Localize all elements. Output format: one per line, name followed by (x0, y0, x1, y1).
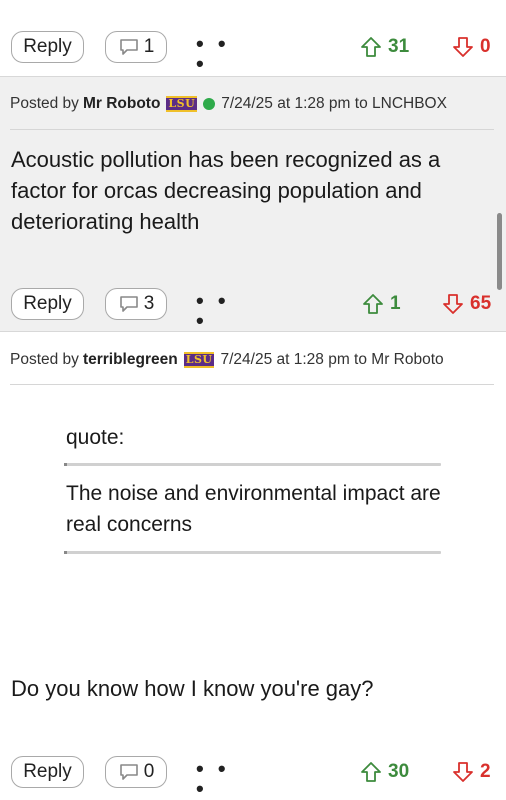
upvote-arrow-icon (361, 37, 381, 57)
upvote-arrow-icon (363, 294, 383, 314)
quote-bottom-rule (64, 551, 441, 554)
downvote-arrow-icon (443, 294, 463, 314)
divider (10, 384, 494, 385)
post1-action-bar: Reply 1 • • • 31 0 (0, 31, 506, 77)
comments-button[interactable]: 0 (105, 756, 167, 788)
more-options-button[interactable]: • • • (196, 290, 236, 332)
comment-bubble-icon (119, 39, 138, 55)
posted-by-label: Posted by (10, 351, 79, 368)
post3-action-bar: Reply 0 • • • 30 2 (0, 756, 506, 800)
comments-button[interactable]: 3 (105, 288, 167, 320)
divider (10, 129, 494, 130)
author-link[interactable]: terriblegreen (83, 351, 178, 369)
author-link[interactable]: Mr Roboto (83, 95, 160, 113)
comment-bubble-icon (119, 764, 138, 780)
post-terriblegreen: Posted by terriblegreen LSU 7/24/25 at 1… (0, 333, 506, 800)
upvote-button[interactable]: 1 (362, 290, 401, 318)
reply-button[interactable]: Reply (11, 756, 84, 788)
quote-top-rule (64, 463, 441, 466)
scrollbar[interactable] (497, 213, 502, 290)
comments-button[interactable]: 1 (105, 31, 167, 63)
downvote-arrow-icon (453, 37, 473, 57)
comment-count: 1 (143, 36, 155, 57)
post-body: Do you know how I know you're gay? (11, 676, 374, 701)
post-meta[interactable]: 7/24/25 at 1:28 pm to Mr Roboto (220, 351, 443, 369)
post-body: Acoustic pollution has been recognized a… (11, 147, 441, 234)
downvote-arrow-icon (453, 762, 473, 782)
posted-by-label: Posted by (10, 95, 79, 112)
comment-count: 0 (143, 761, 155, 782)
upvote-count: 30 (388, 761, 410, 782)
upvote-button[interactable]: 31 (360, 33, 409, 61)
comment-count: 3 (143, 293, 155, 314)
more-options-button[interactable]: • • • (196, 758, 236, 800)
team-badge-icon: LSU (183, 352, 215, 368)
downvote-button[interactable]: 2 (452, 758, 491, 786)
upvote-button[interactable]: 30 (360, 758, 409, 786)
team-badge-icon: LSU (166, 96, 198, 112)
post-mr-roboto: Posted by Mr Roboto LSU 7/24/25 at 1:28 … (0, 76, 506, 332)
upvote-count: 1 (390, 293, 401, 314)
downvote-count: 65 (470, 293, 492, 314)
downvote-button[interactable]: 65 (442, 290, 491, 318)
quote-label: quote: (66, 426, 125, 449)
post-meta[interactable]: 7/24/25 at 1:28 pm to LNCHBOX (221, 95, 447, 113)
post-header: Posted by terriblegreen LSU 7/24/25 at 1… (10, 351, 490, 369)
downvote-button[interactable]: 0 (452, 33, 491, 61)
downvote-count: 2 (480, 761, 491, 782)
post2-action-bar: Reply 3 • • • 1 65 (0, 288, 506, 334)
reply-button[interactable]: Reply (11, 31, 84, 63)
post-header: Posted by Mr Roboto LSU 7/24/25 at 1:28 … (10, 95, 490, 113)
quote-text: The noise and environmental impact are r… (66, 482, 441, 536)
online-status-icon (203, 98, 216, 110)
more-options-button[interactable]: • • • (196, 33, 236, 75)
downvote-count: 0 (480, 36, 491, 57)
reply-button[interactable]: Reply (11, 288, 84, 320)
upvote-count: 31 (388, 36, 410, 57)
upvote-arrow-icon (361, 762, 381, 782)
comment-bubble-icon (119, 296, 138, 312)
